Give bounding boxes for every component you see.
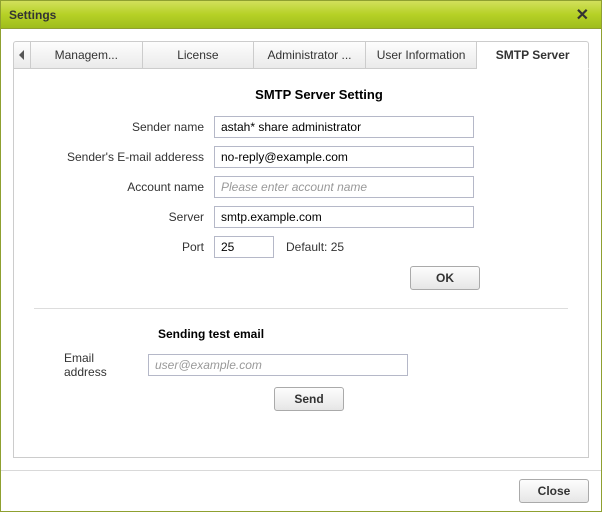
window-footer: Close: [1, 470, 601, 511]
sender-name-input[interactable]: [214, 116, 474, 138]
port-label: Port: [34, 240, 214, 254]
row-account-name: Account name: [34, 176, 568, 198]
sender-email-label: Sender's E-mail adderess: [34, 150, 214, 164]
tab-administrator[interactable]: Administrator ...: [254, 41, 366, 69]
row-sender-name: Sender name: [34, 116, 568, 138]
row-sender-email: Sender's E-mail adderess: [34, 146, 568, 168]
smtp-section-title: SMTP Server Setting: [70, 87, 568, 102]
row-server: Server: [34, 206, 568, 228]
port-input[interactable]: [214, 236, 274, 258]
tab-scroll-left[interactable]: [13, 41, 31, 69]
test-section-title: Sending test email: [158, 327, 568, 341]
ok-button-row: OK: [34, 266, 568, 290]
tab-label: User Information: [377, 48, 466, 62]
test-email-label: Email address: [34, 351, 148, 379]
port-default-text: Default: 25: [286, 240, 344, 254]
account-name-input[interactable]: [214, 176, 474, 198]
tab-user-information[interactable]: User Information: [366, 41, 478, 69]
tab-management[interactable]: Managem...: [31, 41, 143, 69]
tab-label: Administrator ...: [267, 48, 351, 62]
ok-button[interactable]: OK: [410, 266, 480, 290]
window-body: Managem... License Administrator ... Use…: [1, 29, 601, 470]
tab-content-smtp: SMTP Server Setting Sender name Sender's…: [13, 69, 589, 458]
row-test-email: Email address: [34, 351, 568, 379]
server-input[interactable]: [214, 206, 474, 228]
send-button-row: Send: [34, 387, 568, 411]
tab-license[interactable]: License: [143, 41, 255, 69]
tab-label: License: [177, 48, 218, 62]
send-button[interactable]: Send: [274, 387, 344, 411]
close-icon[interactable]: ✕: [572, 5, 593, 25]
window-title: Settings: [9, 8, 572, 22]
titlebar: Settings ✕: [1, 1, 601, 29]
server-label: Server: [34, 210, 214, 224]
chevron-left-icon: [19, 50, 25, 60]
tab-label: SMTP Server: [496, 48, 570, 62]
divider: [34, 308, 568, 309]
account-name-label: Account name: [34, 180, 214, 194]
sender-name-label: Sender name: [34, 120, 214, 134]
test-email-input[interactable]: [148, 354, 408, 376]
sender-email-input[interactable]: [214, 146, 474, 168]
tabstrip: Managem... License Administrator ... Use…: [13, 41, 589, 69]
close-button[interactable]: Close: [519, 479, 589, 503]
tab-label: Managem...: [55, 48, 118, 62]
tab-smtp-server[interactable]: SMTP Server: [477, 41, 589, 69]
settings-window: Settings ✕ Managem... License Administra…: [0, 0, 602, 512]
row-port: Port Default: 25: [34, 236, 568, 258]
